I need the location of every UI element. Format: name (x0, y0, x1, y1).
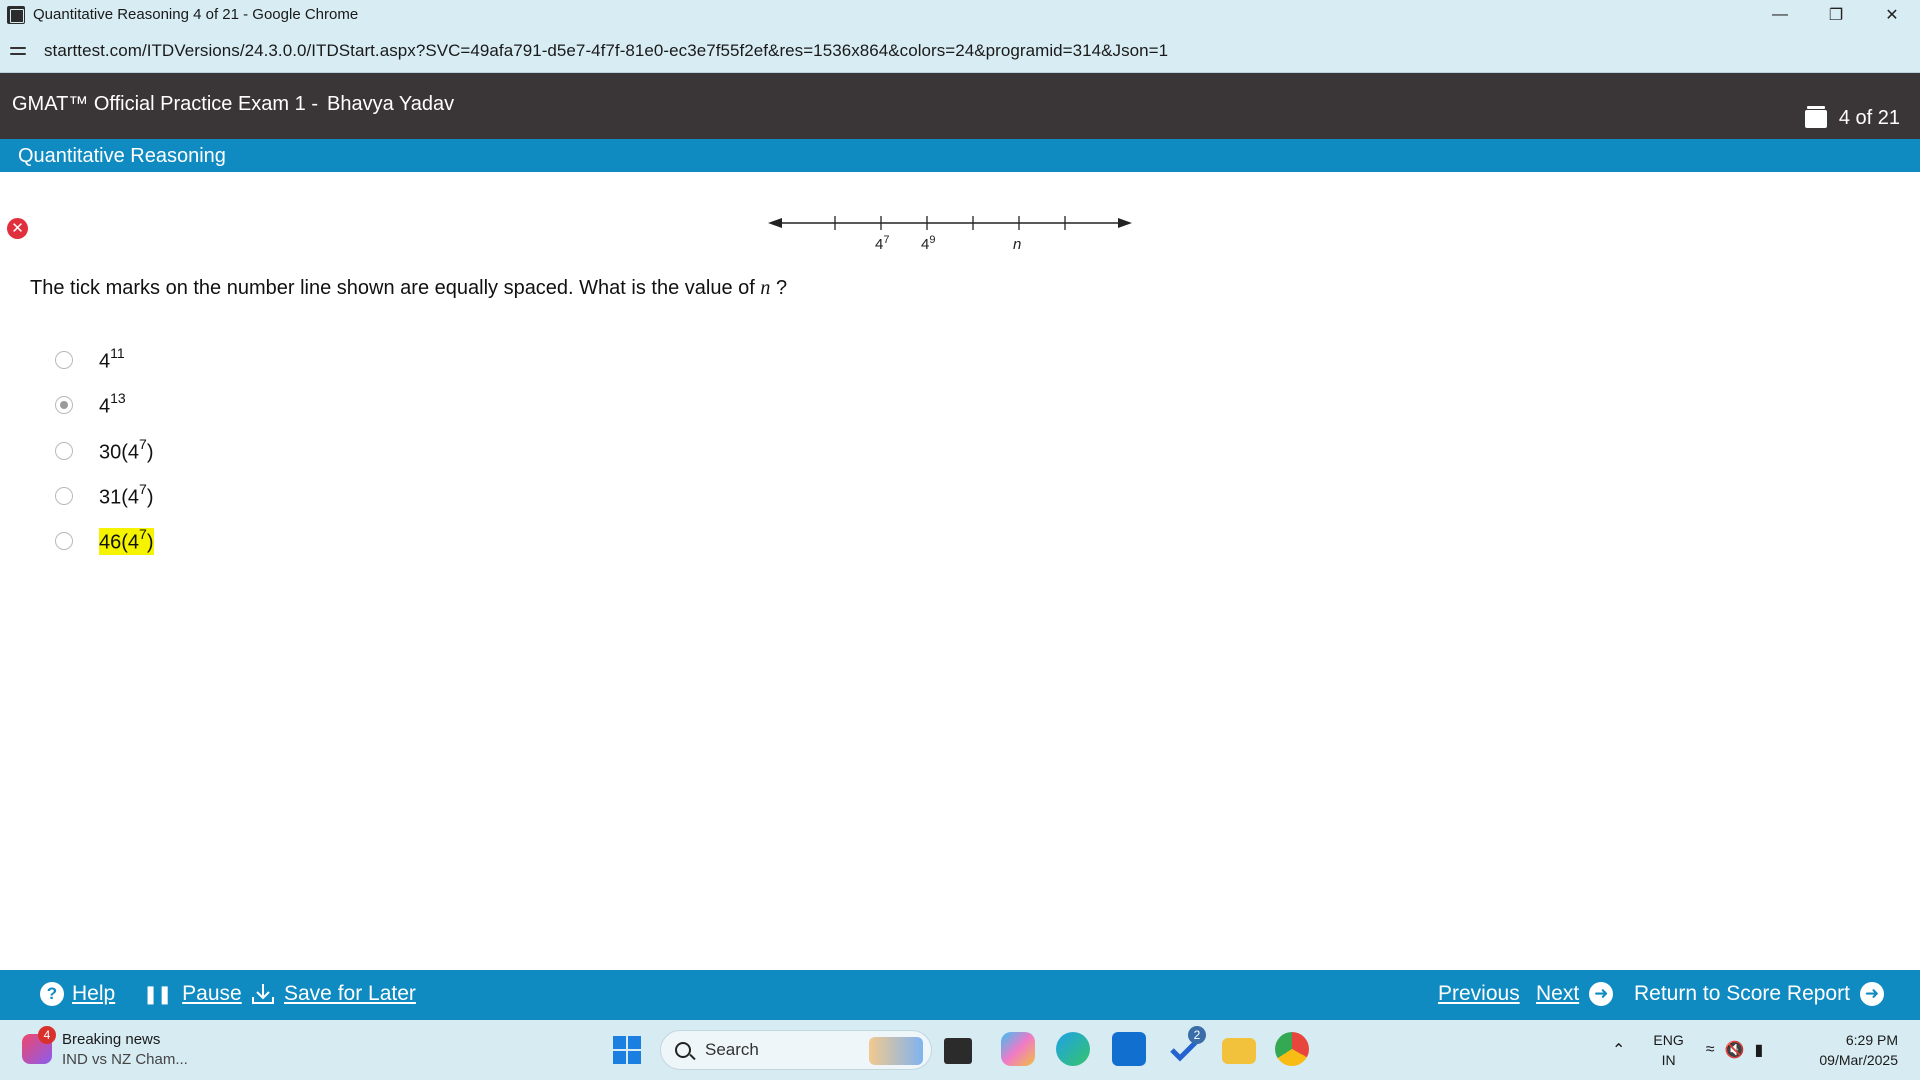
battery-icon[interactable]: ▮ (1754, 1040, 1763, 1060)
download-icon (252, 984, 274, 1004)
taskbar-search[interactable]: Search (660, 1030, 932, 1070)
save-for-later-label[interactable]: Save for Later (284, 982, 416, 1006)
option-label-3[interactable]: 30(47) (99, 436, 154, 465)
option-radio-4[interactable] (55, 487, 73, 506)
answer-option-1[interactable]: 411 (55, 345, 125, 374)
option-radio-1[interactable] (55, 351, 73, 370)
tick-label: 49 (921, 234, 935, 253)
section-title: Quantitative Reasoning (18, 145, 226, 167)
window-title: Quantitative Reasoning 4 of 21 - Google … (33, 6, 359, 23)
address-bar[interactable]: starttest.com/ITDVersions/24.3.0.0/ITDSt… (0, 29, 1920, 73)
site-info-icon[interactable] (10, 40, 32, 62)
news-widget-icon: 4 (22, 1026, 56, 1064)
next-label[interactable]: Next (1536, 982, 1579, 1006)
help-label[interactable]: Help (72, 982, 115, 1006)
candidate-name: Bhavya Yadav (327, 93, 455, 115)
answer-option-2[interactable]: 413 (55, 390, 126, 419)
question-counter: 4 of 21 (1804, 105, 1900, 130)
number-line-figure: 47 49 n (768, 216, 1132, 253)
news-badge: 4 (38, 1026, 56, 1044)
search-highlight-icon (869, 1037, 923, 1065)
chrome-icon[interactable] (1275, 1032, 1309, 1066)
question-mark: ? (775, 277, 788, 299)
return-label[interactable]: Return to Score Report (1634, 982, 1850, 1006)
answer-option-3[interactable]: 30(47) (55, 436, 154, 465)
question-stem: The tick marks on the number line shown … (30, 277, 787, 300)
tick-label: 47 (875, 234, 889, 253)
news-widget[interactable]: 4 Breaking news IND vs NZ Cham... (22, 1026, 188, 1070)
answer-option-4[interactable]: 31(47) (55, 481, 154, 510)
task-view-icon[interactable] (944, 1038, 972, 1064)
option-radio-5[interactable] (55, 532, 73, 551)
question-stack-icon (1804, 105, 1827, 128)
save-for-later-button[interactable]: Save for Later (250, 982, 416, 1006)
windows-start-icon[interactable] (613, 1036, 641, 1064)
pause-icon: ❚❚ (143, 983, 172, 1004)
minimize-icon[interactable]: — (1752, 0, 1808, 29)
search-label: Search (705, 1040, 759, 1059)
option-radio-3[interactable] (55, 442, 73, 461)
bottom-nav-bar: ? Help ❚❚ Pause Save for Later Previous … (0, 970, 1920, 1020)
todo-check-icon[interactable]: 2 (1168, 1026, 1206, 1066)
help-button[interactable]: ? Help (40, 982, 115, 1006)
windows-taskbar: 4 Breaking news IND vs NZ Cham... Search… (0, 1020, 1920, 1080)
language-bottom: IN (1661, 1052, 1676, 1068)
speaker-muted-icon[interactable]: 🔇 (1725, 1040, 1745, 1060)
question-variable: n (760, 277, 771, 299)
previous-button[interactable]: Previous (1438, 982, 1520, 1006)
left-arrow-icon (768, 218, 782, 228)
mark-close-icon[interactable]: ✕ (7, 218, 28, 239)
question-counter-text: 4 of 21 (1838, 107, 1900, 129)
wifi-icon[interactable]: ≈ (1706, 1041, 1715, 1059)
news-subtitle: IND vs NZ Cham... (62, 1051, 188, 1068)
clock[interactable]: 6:29 PM 09/Mar/2025 (1819, 1030, 1898, 1070)
section-bar: Quantitative Reasoning (0, 139, 1920, 172)
option-label-1[interactable]: 411 (99, 345, 125, 374)
clock-time: 6:29 PM (1845, 1032, 1898, 1048)
tick-label: n (1013, 236, 1021, 253)
previous-label[interactable]: Previous (1438, 982, 1520, 1006)
question-text: The tick marks on the number line shown … (30, 277, 755, 299)
news-title: Breaking news (62, 1031, 161, 1048)
url-text[interactable]: starttest.com/ITDVersions/24.3.0.0/ITDSt… (44, 41, 1168, 61)
arrow-right-icon: ➜ (1859, 982, 1884, 1006)
option-label-4[interactable]: 31(47) (99, 481, 154, 510)
option-label-5[interactable]: 46(47) (99, 526, 154, 555)
close-icon[interactable]: ✕ (1864, 0, 1920, 29)
search-icon (675, 1042, 691, 1058)
language-indicator[interactable]: ENG IN (1653, 1030, 1683, 1070)
clock-date: 09/Mar/2025 (1819, 1052, 1898, 1068)
next-button[interactable]: Next ➜ (1536, 982, 1614, 1006)
option-radio-2[interactable] (55, 396, 73, 415)
browser-title-bar: Quantitative Reasoning 4 of 21 - Google … (0, 0, 1920, 29)
todo-badge: 2 (1188, 1026, 1206, 1044)
language-top: ENG (1653, 1032, 1684, 1048)
option-label-2[interactable]: 413 (99, 390, 126, 419)
file-explorer-icon[interactable] (1222, 1038, 1256, 1064)
help-icon: ? (40, 982, 64, 1006)
copilot-icon[interactable] (1001, 1032, 1035, 1066)
pause-button[interactable]: ❚❚ Pause (143, 982, 242, 1006)
restore-icon[interactable]: ❐ (1808, 0, 1864, 29)
system-tray: ⌃ ENG IN ≈ 🔇 ▮ (1612, 1030, 1763, 1070)
pause-label[interactable]: Pause (182, 982, 242, 1006)
exam-title: GMAT™ Official Practice Exam 1 - (12, 93, 318, 115)
return-to-score-report-button[interactable]: Return to Score Report ➜ (1634, 982, 1884, 1006)
right-arrow-icon (1118, 218, 1132, 228)
outlook-icon[interactable] (1112, 1032, 1146, 1066)
edge-icon[interactable] (1056, 1032, 1090, 1066)
arrow-right-icon: ➜ (1589, 982, 1614, 1006)
window-controls: — ❐ ✕ (1752, 0, 1920, 29)
app-checklist-icon (7, 5, 25, 24)
answer-option-5[interactable]: 46(47) (55, 526, 154, 555)
chevron-up-icon[interactable]: ⌃ (1612, 1040, 1625, 1060)
exam-header: GMAT™ Official Practice Exam 1 - Bhavya … (0, 73, 1920, 139)
